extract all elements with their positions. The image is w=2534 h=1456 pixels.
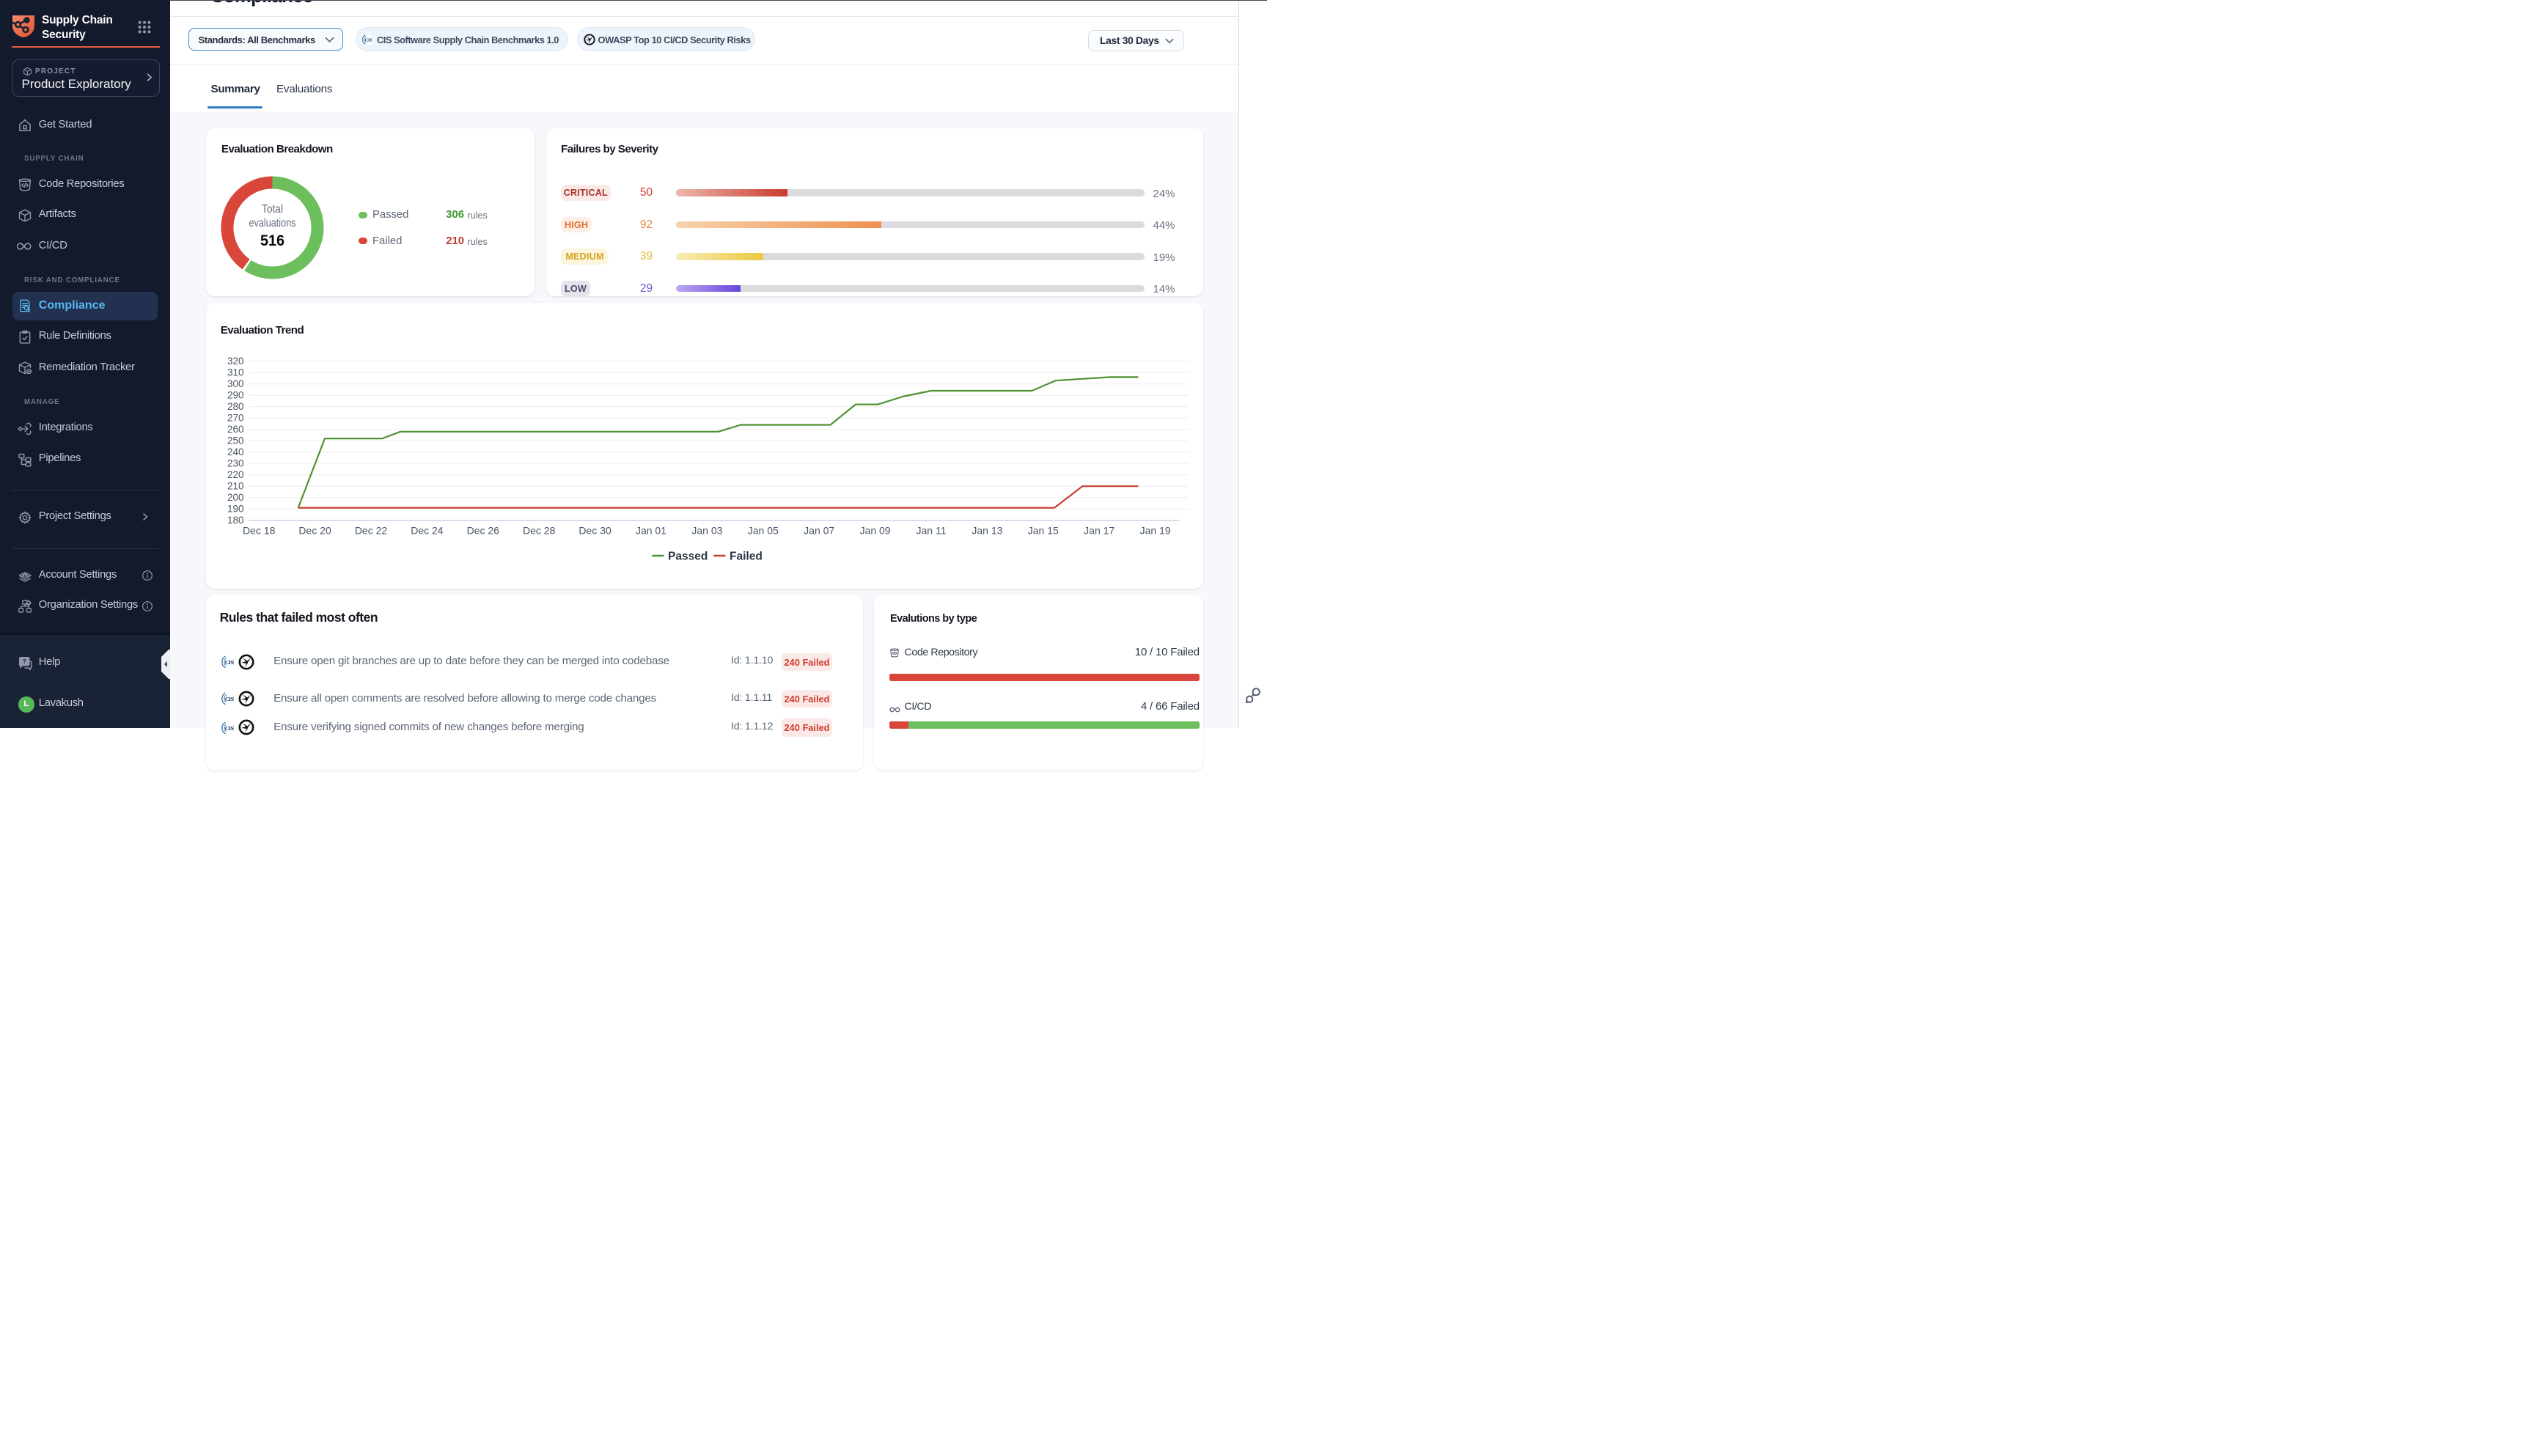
svg-text:Jan 09: Jan 09 bbox=[859, 525, 890, 537]
svg-text:200: 200 bbox=[227, 492, 243, 503]
svg-text:320: 320 bbox=[227, 356, 243, 367]
svg-text:280: 280 bbox=[227, 401, 243, 412]
svg-text:290: 290 bbox=[227, 390, 243, 401]
svg-text:230: 230 bbox=[227, 458, 243, 469]
svg-text:220: 220 bbox=[227, 469, 243, 480]
svg-text:Failed: Failed bbox=[730, 551, 763, 563]
svg-text:300: 300 bbox=[227, 378, 243, 389]
svg-text:Passed: Passed bbox=[668, 551, 708, 563]
svg-text:180: 180 bbox=[227, 515, 243, 526]
svg-text:Dec 20: Dec 20 bbox=[298, 525, 331, 537]
svg-text:260: 260 bbox=[227, 424, 243, 435]
svg-text:Jan 13: Jan 13 bbox=[972, 525, 1002, 537]
svg-text:516: 516 bbox=[260, 232, 284, 249]
svg-text:Dec 22: Dec 22 bbox=[354, 525, 387, 537]
svg-text:250: 250 bbox=[227, 435, 243, 446]
svg-text:Jan 19: Jan 19 bbox=[1139, 525, 1170, 537]
svg-text:190: 190 bbox=[227, 504, 243, 515]
svg-text:Jan 05: Jan 05 bbox=[747, 525, 778, 537]
svg-text:Dec 30: Dec 30 bbox=[579, 525, 612, 537]
svg-text:310: 310 bbox=[227, 367, 243, 378]
svg-text:CIS: CIS bbox=[364, 37, 372, 43]
svg-text:Dec 24: Dec 24 bbox=[411, 525, 444, 537]
svg-text:Jan 15: Jan 15 bbox=[1027, 525, 1058, 537]
svg-text:Dec 18: Dec 18 bbox=[243, 525, 276, 537]
svg-text:Jan 11: Jan 11 bbox=[916, 525, 946, 537]
svg-text:Jan 07: Jan 07 bbox=[804, 525, 834, 537]
svg-text:Total: Total bbox=[262, 203, 283, 216]
svg-text:Jan 01: Jan 01 bbox=[635, 525, 666, 537]
svg-text:Jan 03: Jan 03 bbox=[691, 525, 722, 537]
svg-text:Jan 17: Jan 17 bbox=[1084, 525, 1114, 537]
svg-text:?: ? bbox=[23, 658, 26, 665]
svg-text:210: 210 bbox=[227, 481, 243, 492]
svg-text:Dec 26: Dec 26 bbox=[466, 525, 499, 537]
svg-text:evaluations: evaluations bbox=[249, 217, 295, 229]
svg-text:Dec 28: Dec 28 bbox=[523, 525, 556, 537]
svg-text:240: 240 bbox=[227, 446, 243, 457]
svg-text:270: 270 bbox=[227, 413, 243, 424]
